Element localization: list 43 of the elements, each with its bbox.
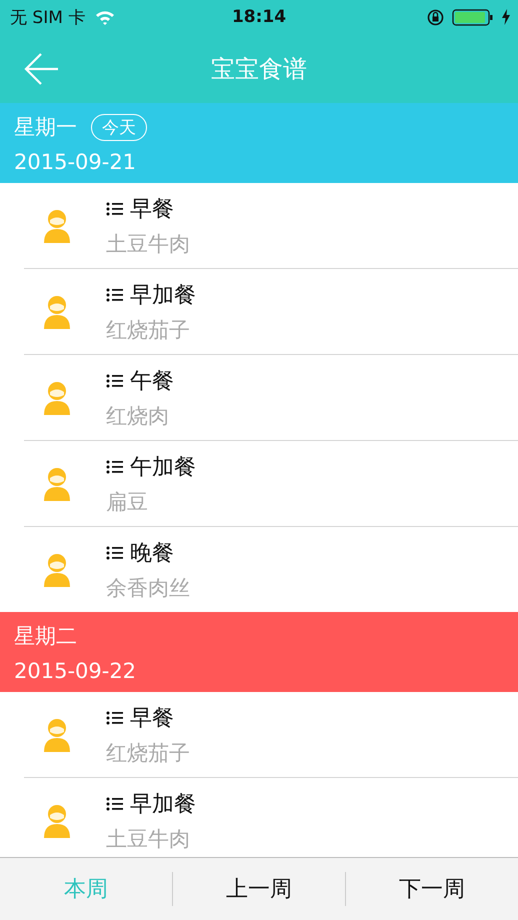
avatar-icon	[42, 552, 72, 586]
list-icon	[106, 796, 124, 812]
meal-name: 早餐	[130, 704, 174, 732]
dish-name: 土豆牛肉	[106, 230, 190, 258]
dish-name: 红烧茄子	[106, 316, 191, 344]
wifi-icon	[95, 10, 116, 24]
rotation-lock-icon	[427, 8, 444, 26]
clock-text: 18:14	[232, 7, 286, 27]
list-icon	[106, 544, 124, 560]
list-icon	[106, 372, 124, 388]
dish-name: 红烧茄子	[106, 740, 190, 766]
page-title: 宝宝食谱	[211, 54, 307, 84]
dish-name: 余香肉丝	[106, 574, 190, 602]
list-icon	[106, 286, 124, 302]
charging-icon	[502, 9, 510, 25]
week-tab[interactable]: 上一周	[172, 872, 345, 906]
date-label: 2015-09-21	[14, 150, 136, 174]
avatar-icon	[42, 804, 72, 838]
dish-name: 土豆牛肉	[106, 826, 191, 852]
avatar-icon	[42, 294, 72, 328]
meal-name: 早加餐	[130, 282, 196, 310]
meal-name: 早餐	[130, 196, 174, 224]
avatar-icon	[42, 380, 72, 414]
carrier-text: 无 SIM 卡	[10, 6, 86, 28]
weekday-label: 星期一	[14, 114, 77, 141]
dish-name: 扁豆	[106, 488, 149, 516]
back-button[interactable]	[24, 52, 60, 86]
meal-name: 午加餐	[130, 454, 196, 482]
avatar-icon	[42, 718, 72, 752]
weekday-label: 星期二	[14, 623, 77, 650]
avatar-icon	[42, 208, 72, 242]
meal-name: 午餐	[130, 368, 174, 396]
avatar-icon	[42, 466, 72, 500]
meal-name: 晚餐	[130, 540, 174, 568]
dish-name: 红烧肉	[106, 402, 170, 430]
list-icon	[106, 458, 124, 474]
date-label: 2015-09-22	[14, 659, 136, 683]
week-tab[interactable]: 下一周	[345, 872, 518, 906]
today-badge: 今天	[91, 114, 147, 140]
list-icon	[106, 200, 124, 216]
meal-name: 早加餐	[130, 790, 196, 818]
list-icon	[106, 710, 124, 726]
battery-icon	[452, 8, 494, 26]
